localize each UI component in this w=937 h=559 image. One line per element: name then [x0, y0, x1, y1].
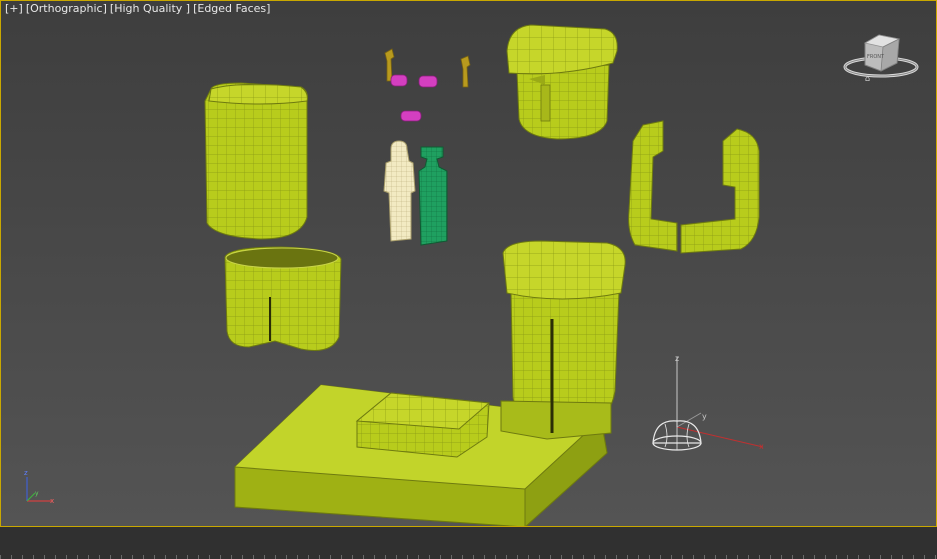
- cream-figure[interactable]: [383, 140, 416, 242]
- mesh-arms-right[interactable]: [680, 128, 760, 254]
- scene-canvas[interactable]: z x y z x y FRONT ⌂: [1, 1, 936, 526]
- svg-text:y: y: [702, 412, 707, 421]
- mesh-torso-column[interactable]: [500, 240, 626, 440]
- timeline-track-bar[interactable]: [0, 527, 937, 559]
- svg-text:z: z: [24, 469, 28, 477]
- magenta-piece-3[interactable]: [400, 110, 422, 122]
- svg-text:z: z: [675, 354, 679, 363]
- viewcube-navigation-icon[interactable]: FRONT ⌂: [843, 34, 919, 83]
- magenta-piece-1[interactable]: [390, 74, 408, 87]
- world-axis-tripod-icon: z x y: [24, 469, 54, 505]
- viewcube-face-label: FRONT: [867, 54, 885, 60]
- svg-text:y: y: [35, 490, 39, 497]
- gold-figurine-right[interactable]: [460, 55, 471, 88]
- svg-text:x: x: [50, 497, 54, 505]
- mesh-head[interactable]: [506, 24, 618, 140]
- green-figure[interactable]: [418, 146, 448, 246]
- magenta-piece-2[interactable]: [418, 75, 438, 88]
- mesh-tall-block[interactable]: [204, 82, 308, 240]
- move-transform-gizmo-icon[interactable]: z x y: [652, 354, 764, 451]
- perspective-viewport[interactable]: [+] [Orthographic] [High Quality ] [Edged F…: [0, 0, 937, 527]
- timeline-ticks: [0, 555, 937, 559]
- mesh-arms-left[interactable]: [628, 120, 678, 252]
- svg-text:⌂: ⌂: [865, 74, 870, 83]
- mesh-pants-shell[interactable]: [224, 246, 342, 351]
- svg-text:x: x: [759, 442, 764, 451]
